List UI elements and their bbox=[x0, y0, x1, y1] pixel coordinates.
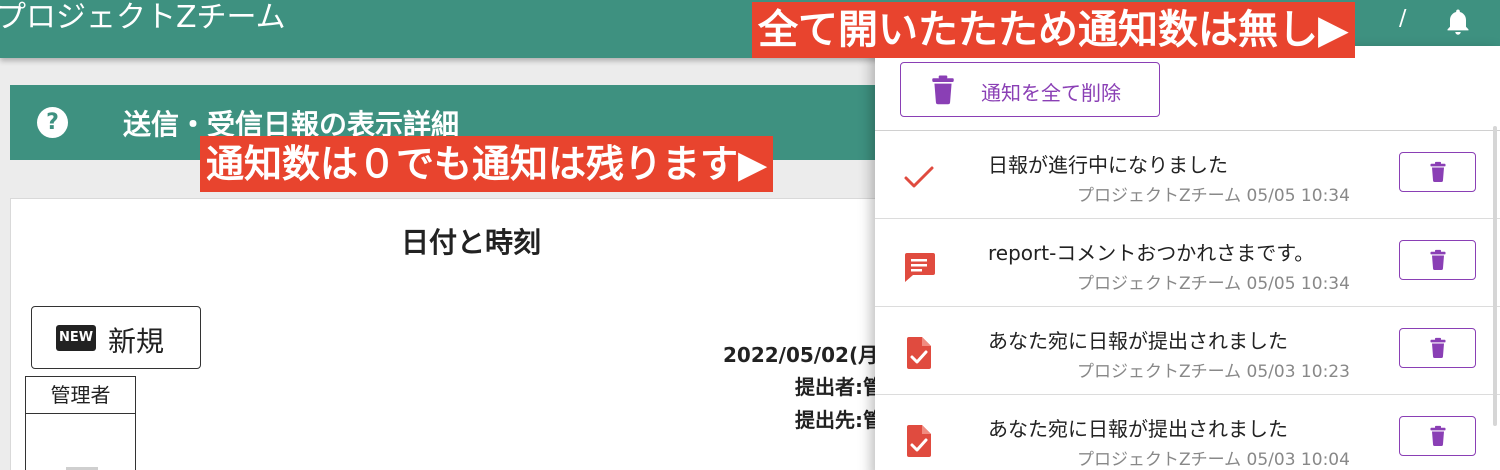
app-title: プロジェクトZチーム bbox=[0, 0, 286, 35]
comment-icon bbox=[905, 253, 935, 282]
document-check-icon bbox=[907, 337, 931, 369]
notification-meta: プロジェクトZチーム 05/05 10:34 bbox=[1077, 274, 1350, 294]
delete-notification-button[interactable] bbox=[1399, 328, 1476, 368]
notification-meta: プロジェクトZチーム 05/03 10:23 bbox=[1077, 362, 1350, 382]
card-title: 日付と時刻 bbox=[401, 226, 542, 259]
delete-all-notifications-button[interactable]: 通知を全て削除 bbox=[900, 62, 1160, 117]
delete-notification-button[interactable] bbox=[1399, 152, 1476, 192]
panel-scrollbar[interactable] bbox=[1493, 126, 1497, 426]
notification-text: report-コメントおつかれさまです。 bbox=[988, 241, 1315, 265]
notification-item[interactable]: あなた宛に日報が提出されました プロジェクトZチーム 05/03 10:04 bbox=[875, 395, 1500, 470]
chevron-icon[interactable]: ∕ bbox=[1399, 6, 1406, 31]
notification-meta: プロジェクトZチーム 05/05 10:34 bbox=[1077, 186, 1350, 206]
notification-text: あなた宛に日報が提出されました bbox=[988, 417, 1288, 441]
delete-all-label: 通知を全て削除 bbox=[981, 81, 1121, 105]
callout-top: 全て開いたたため通知数は無し▶ bbox=[752, 2, 1355, 58]
delete-notification-button[interactable] bbox=[1399, 416, 1476, 456]
trash-icon bbox=[932, 75, 954, 105]
check-icon bbox=[904, 166, 934, 188]
notification-meta: プロジェクトZチーム 05/03 10:04 bbox=[1077, 450, 1350, 470]
report-date: 2022/05/02(月) bbox=[723, 343, 888, 367]
trash-icon bbox=[1430, 425, 1445, 446]
report-destination: 提出先:管 bbox=[795, 408, 883, 432]
bell-icon bbox=[1447, 9, 1468, 35]
admin-label: 管理者 bbox=[26, 377, 135, 414]
report-submitter: 提出者:管 bbox=[795, 375, 883, 399]
callout-middle: 通知数は０でも通知は残ります▶ bbox=[200, 136, 774, 192]
notifications-panel: 通知を全て削除 日報が進行中になりました プロジェクトZチーム 05/05 10… bbox=[875, 46, 1500, 470]
notification-bell-button[interactable] bbox=[1415, 0, 1500, 46]
notification-text: あなた宛に日報が提出されました bbox=[988, 329, 1288, 353]
new-badge-icon: NEW bbox=[56, 325, 96, 351]
trash-icon bbox=[1430, 337, 1445, 358]
trash-icon bbox=[1430, 249, 1445, 270]
delete-notification-button[interactable] bbox=[1399, 240, 1476, 280]
notification-item[interactable]: report-コメントおつかれさまです。 プロジェクトZチーム 05/05 10… bbox=[875, 219, 1500, 307]
trash-icon bbox=[1430, 161, 1445, 182]
new-report-button[interactable]: NEW 新規 bbox=[31, 306, 201, 369]
notification-item[interactable]: 日報が進行中になりました プロジェクトZチーム 05/05 10:34 bbox=[875, 131, 1500, 219]
document-check-icon bbox=[907, 425, 931, 457]
report-card: 日付と時刻 NEW 新規 管理者 2022/05/02(月) 提出者:管 提出先… bbox=[10, 198, 890, 470]
notification-item[interactable]: あなた宛に日報が提出されました プロジェクトZチーム 05/03 10:23 bbox=[875, 307, 1500, 395]
help-icon[interactable]: ? bbox=[37, 107, 68, 138]
notification-text: 日報が進行中になりました bbox=[988, 153, 1228, 177]
new-report-label: 新規 bbox=[108, 325, 165, 358]
admin-stamp-box: 管理者 bbox=[25, 376, 136, 470]
